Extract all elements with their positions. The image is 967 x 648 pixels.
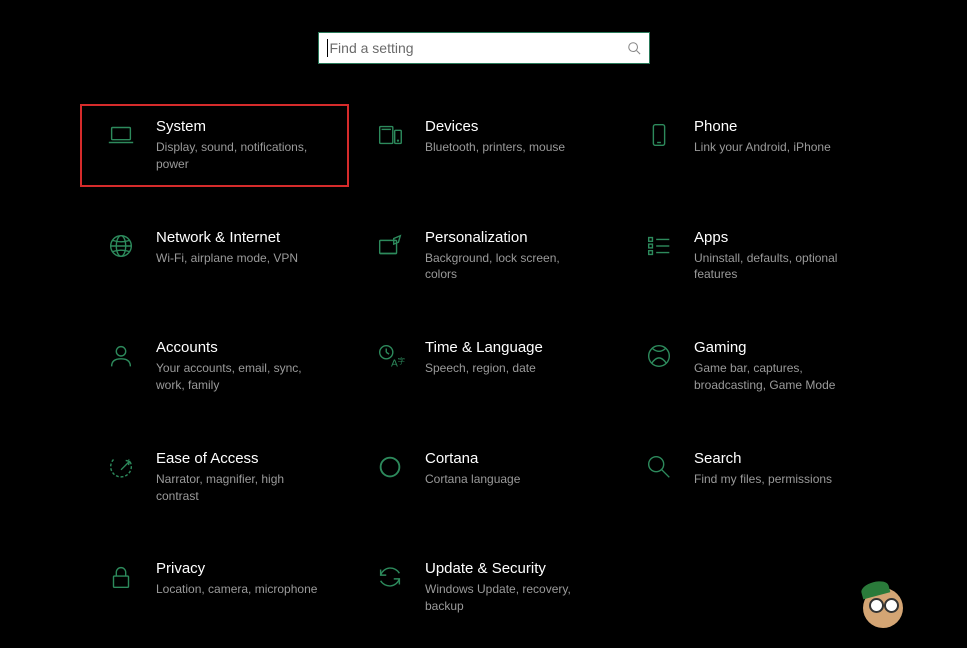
category-gaming[interactable]: Gaming Game bar, captures, broadcasting,…	[618, 325, 887, 408]
paintbrush-icon	[373, 231, 407, 265]
category-ease[interactable]: Ease of Access Narrator, magnifier, high…	[80, 436, 349, 519]
category-desc: Speech, region, date	[425, 360, 543, 377]
category-title: Update & Security	[425, 560, 595, 577]
category-devices[interactable]: Devices Bluetooth, printers, mouse	[349, 104, 618, 187]
category-time[interactable]: A 字 Time & Language Speech, region, date	[349, 325, 618, 408]
category-privacy[interactable]: Privacy Location, camera, microphone	[80, 546, 349, 629]
category-title: Privacy	[156, 560, 317, 577]
category-cortana[interactable]: Cortana Cortana language	[349, 436, 618, 519]
ease-of-access-icon	[104, 452, 138, 486]
category-desc: Link your Android, iPhone	[694, 139, 831, 156]
category-desc: Location, camera, microphone	[156, 581, 317, 598]
category-title: Ease of Access	[156, 450, 326, 467]
category-desc: Background, lock screen, colors	[425, 250, 595, 284]
category-phone[interactable]: Phone Link your Android, iPhone	[618, 104, 887, 187]
category-accounts[interactable]: Accounts Your accounts, email, sync, wor…	[80, 325, 349, 408]
category-title: Search	[694, 450, 832, 467]
category-update[interactable]: Update & Security Windows Update, recove…	[349, 546, 618, 629]
category-title: Personalization	[425, 229, 595, 246]
search-input[interactable]	[328, 40, 627, 56]
category-desc: Your accounts, email, sync, work, family	[156, 360, 326, 394]
search-icon	[642, 452, 676, 486]
time-language-icon: A 字	[373, 341, 407, 375]
person-icon	[104, 341, 138, 375]
category-desc: Display, sound, notifications, power	[156, 139, 326, 173]
category-desc: Narrator, magnifier, high contrast	[156, 471, 326, 505]
svg-text:字: 字	[398, 356, 406, 366]
mascot-avatar	[859, 580, 907, 628]
lock-icon	[104, 562, 138, 596]
category-apps[interactable]: Apps Uninstall, defaults, optional featu…	[618, 215, 887, 298]
category-desc: Game bar, captures, broadcasting, Game M…	[694, 360, 864, 394]
devices-icon	[373, 120, 407, 154]
category-title: Devices	[425, 118, 565, 135]
category-desc: Uninstall, defaults, optional features	[694, 250, 864, 284]
category-title: Accounts	[156, 339, 326, 356]
category-search[interactable]: Search Find my files, permissions	[618, 436, 887, 519]
category-title: Network & Internet	[156, 229, 298, 246]
category-title: Cortana	[425, 450, 520, 467]
globe-icon	[104, 231, 138, 265]
laptop-icon	[104, 120, 138, 154]
category-title: System	[156, 118, 326, 135]
category-title: Gaming	[694, 339, 864, 356]
category-title: Time & Language	[425, 339, 543, 356]
cortana-icon	[373, 452, 407, 486]
search-container	[0, 0, 967, 104]
search-icon	[627, 41, 641, 55]
search-box[interactable]	[318, 32, 650, 64]
xbox-icon	[642, 341, 676, 375]
category-title: Apps	[694, 229, 864, 246]
category-desc: Wi-Fi, airplane mode, VPN	[156, 250, 298, 267]
phone-icon	[642, 120, 676, 154]
category-desc: Cortana language	[425, 471, 520, 488]
category-personalization[interactable]: Personalization Background, lock screen,…	[349, 215, 618, 298]
category-desc: Bluetooth, printers, mouse	[425, 139, 565, 156]
sync-icon	[373, 562, 407, 596]
categories-grid: System Display, sound, notifications, po…	[0, 104, 967, 629]
category-system[interactable]: System Display, sound, notifications, po…	[80, 104, 349, 187]
category-title: Phone	[694, 118, 831, 135]
category-network[interactable]: Network & Internet Wi-Fi, airplane mode,…	[80, 215, 349, 298]
category-desc: Find my files, permissions	[694, 471, 832, 488]
category-desc: Windows Update, recovery, backup	[425, 581, 595, 615]
apps-list-icon	[642, 231, 676, 265]
